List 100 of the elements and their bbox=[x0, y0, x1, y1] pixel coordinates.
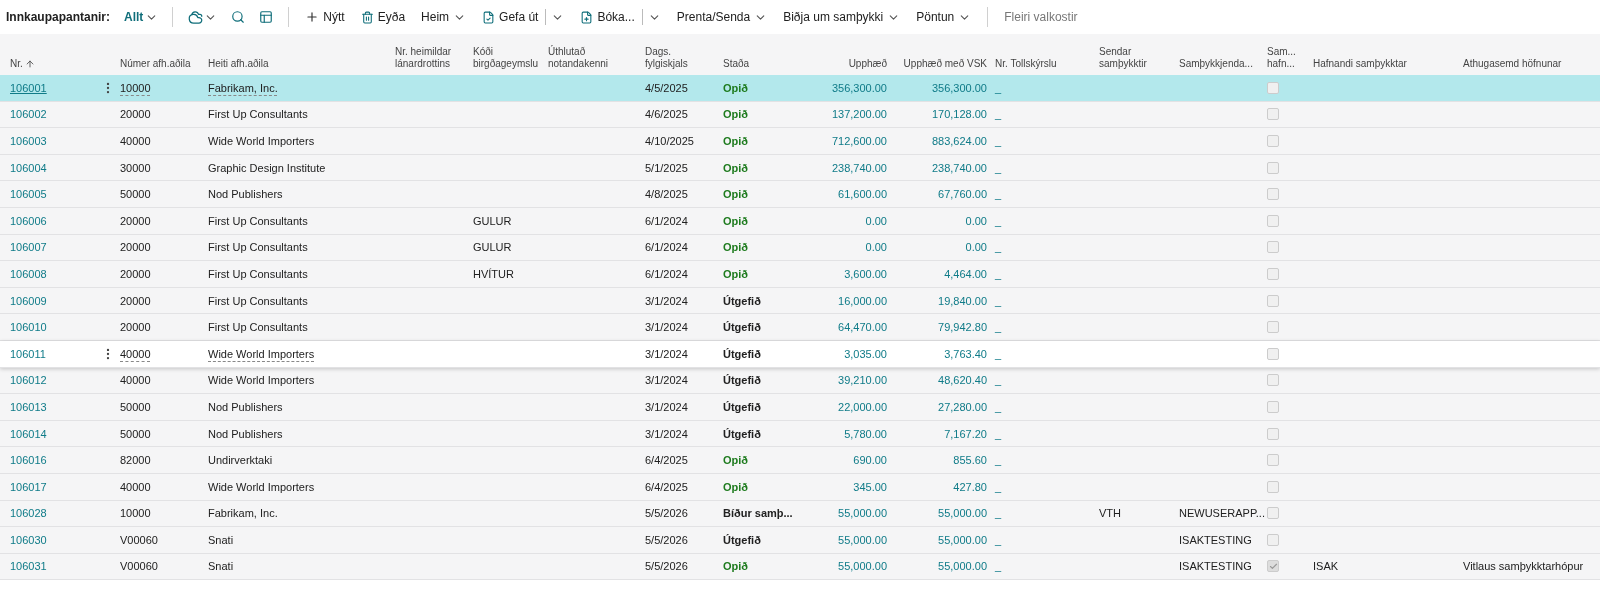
table-cell-text: V00060 bbox=[119, 560, 159, 573]
table-cell-text: 22,000.00 bbox=[837, 400, 888, 413]
customs-link[interactable]: _ bbox=[991, 188, 1095, 201]
table-cell-text: 20000 bbox=[119, 108, 152, 121]
column-header[interactable]: Nr. bbox=[6, 58, 101, 70]
table-cell-text: 855.60 bbox=[952, 454, 988, 467]
customs-link[interactable]: _ bbox=[991, 454, 1095, 467]
column-header[interactable]: Athugasemd höfnunar bbox=[1459, 58, 1600, 70]
column-header[interactable]: Staða bbox=[719, 58, 806, 70]
table-cell-text: 883,624.00 bbox=[930, 135, 988, 147]
table-cell-text: Nod Publishers bbox=[207, 427, 284, 440]
customs-link[interactable]: _ bbox=[991, 241, 1095, 254]
table-cell-text: 50000 bbox=[119, 400, 152, 413]
view-filter-button[interactable]: Allt bbox=[120, 6, 163, 28]
column-header[interactable]: Heiti afh.aðila bbox=[204, 58, 391, 70]
customs-link[interactable]: _ bbox=[991, 81, 1095, 94]
order-number-link[interactable]: 106013 bbox=[6, 400, 51, 413]
order-number-link[interactable]: 106010 bbox=[6, 321, 51, 334]
order-number-link[interactable]: 106028 bbox=[6, 507, 51, 520]
column-header[interactable]: Númer afh.aðila bbox=[116, 58, 204, 70]
toolbar-action-button[interactable]: Bóka... bbox=[574, 5, 667, 29]
table-cell-text: First Up Consultants bbox=[207, 321, 309, 334]
document-plus-icon bbox=[580, 10, 594, 24]
order-number-link[interactable]: 106007 bbox=[6, 241, 51, 254]
customs-link[interactable]: _ bbox=[991, 267, 1095, 280]
order-number-link[interactable]: 106004 bbox=[6, 161, 51, 174]
customs-link[interactable]: _ bbox=[991, 480, 1095, 493]
table-cell-text: 55,000.00 bbox=[937, 533, 988, 546]
customs-link[interactable]: _ bbox=[991, 294, 1095, 307]
customs-link[interactable]: _ bbox=[991, 374, 1095, 387]
column-header[interactable]: Sam... hafn... bbox=[1263, 46, 1309, 70]
order-number-link[interactable]: 106001 bbox=[6, 81, 51, 94]
toolbar-action-button[interactable]: Nýtt bbox=[299, 6, 351, 28]
customs-link[interactable]: _ bbox=[991, 400, 1095, 413]
column-header[interactable]: Úthlutað notandakenni bbox=[544, 46, 641, 70]
customs-link[interactable]: _ bbox=[991, 214, 1095, 227]
column-header[interactable]: Samþykkjenda... bbox=[1175, 58, 1263, 70]
table-cell-text: 55,000.00 bbox=[937, 507, 988, 520]
order-number-link[interactable]: 106008 bbox=[6, 267, 51, 280]
customs-link[interactable]: _ bbox=[991, 533, 1095, 546]
table-cell-text: GULUR bbox=[472, 214, 513, 227]
customs-link[interactable]: _ bbox=[991, 507, 1095, 520]
document-check-icon bbox=[482, 10, 496, 24]
table-cell-text: 10000 bbox=[119, 81, 152, 94]
order-number-link[interactable]: 106014 bbox=[6, 427, 51, 440]
customs-link[interactable]: _ bbox=[991, 108, 1095, 121]
table-cell-text: 61,600.00 bbox=[837, 188, 888, 201]
status-text: Útgefið bbox=[722, 400, 762, 413]
order-number-link[interactable]: 106006 bbox=[6, 214, 51, 227]
table-cell-text: 27,280.00 bbox=[937, 400, 988, 413]
table-cell-text: 6/1/2024 bbox=[644, 214, 689, 227]
order-number-link[interactable]: 106031 bbox=[6, 560, 51, 573]
table-cell-text: 30000 bbox=[119, 161, 152, 174]
toolbar-action-button[interactable]: Biðja um samþykki bbox=[777, 6, 907, 28]
table-cell-text: 4/5/2025 bbox=[644, 81, 689, 94]
order-number-link[interactable]: 106012 bbox=[6, 374, 51, 387]
toolbar-action-button[interactable]: Eyða bbox=[354, 6, 412, 28]
toolbar-action-button[interactable]: Gefa út bbox=[476, 5, 571, 29]
order-number-link[interactable]: 106003 bbox=[6, 135, 51, 147]
customs-link[interactable]: _ bbox=[991, 347, 1095, 360]
order-number-link[interactable]: 106011 bbox=[6, 347, 50, 360]
table-cell-text: 20000 bbox=[119, 214, 152, 227]
toolbar-action-button[interactable]: Pöntun bbox=[910, 6, 978, 28]
table-row[interactable]: 106011 40000 Wide World Importers 3/1/2024 Útgefið 3,035.00 3,763.40 _ bbox=[0, 340, 1600, 368]
status-text: Útgefið bbox=[722, 347, 762, 360]
table-cell-text: Wide World Importers bbox=[207, 347, 316, 360]
customs-link[interactable]: _ bbox=[991, 135, 1095, 147]
order-number-link[interactable]: 106017 bbox=[6, 480, 51, 493]
table-cell-text: 345.00 bbox=[852, 480, 888, 493]
column-header[interactable]: Dags. fylgiskjals bbox=[641, 46, 719, 70]
more-options-button[interactable]: Fleiri valkostir bbox=[998, 6, 1084, 28]
table-row[interactable]: 106001 10000 Fabrikam, Inc. 4/5/2025 Opið 356,300.00 356,300.00 _ bbox=[0, 75, 1600, 102]
status-text: Útgefið bbox=[722, 374, 762, 387]
order-number-link[interactable]: 106030 bbox=[6, 533, 51, 546]
table-cell-text: ISAKTESTING bbox=[1178, 560, 1253, 573]
table-cell-text: 5/5/2026 bbox=[644, 560, 689, 573]
table-cell-text: 7,167.20 bbox=[943, 427, 988, 440]
column-header[interactable]: Sendar samþykktir bbox=[1095, 46, 1175, 70]
order-number-link[interactable]: 106009 bbox=[6, 294, 51, 307]
table-cell-text: 82000 bbox=[119, 454, 152, 467]
column-header[interactable]: Upphæð bbox=[806, 58, 891, 70]
table-cell-text: Vitlaus samþykktarhópur bbox=[1462, 560, 1585, 573]
column-header[interactable]: Nr. Tollskýrslu bbox=[991, 58, 1095, 70]
column-header[interactable]: Nr. heimildar lánardrottins bbox=[391, 46, 469, 70]
table-cell-text: Snati bbox=[207, 533, 235, 546]
customs-link[interactable]: _ bbox=[991, 560, 1095, 573]
status-text: Opið bbox=[722, 241, 750, 254]
table-cell-text: First Up Consultants bbox=[207, 214, 309, 227]
order-number-link[interactable]: 106005 bbox=[6, 188, 51, 201]
order-number-link[interactable]: 106016 bbox=[6, 454, 51, 467]
table-cell-text: 5,780.00 bbox=[843, 427, 888, 440]
customs-link[interactable]: _ bbox=[991, 321, 1095, 334]
column-header[interactable]: Hafnandi samþykktar bbox=[1309, 58, 1459, 70]
column-header[interactable]: Kóði birgðageymslu bbox=[469, 46, 544, 70]
toolbar-action-button[interactable]: Prenta/Senda bbox=[670, 6, 774, 28]
column-header[interactable]: Upphæð með VSK bbox=[891, 58, 991, 70]
customs-link[interactable]: _ bbox=[991, 427, 1095, 440]
toolbar-action-button[interactable]: Heim bbox=[415, 6, 473, 28]
customs-link[interactable]: _ bbox=[991, 161, 1095, 174]
order-number-link[interactable]: 106002 bbox=[6, 108, 51, 121]
